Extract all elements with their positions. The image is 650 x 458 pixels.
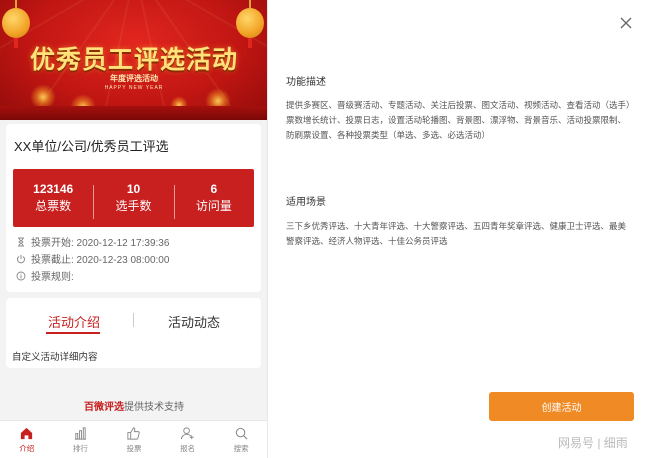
activity-info-card: XX单位/公司/优秀员工评选 123146 总票数 10 选手数 6 访问量 投… bbox=[6, 124, 261, 292]
power-icon bbox=[17, 254, 25, 263]
support-suffix: 提供技术支持 bbox=[124, 402, 184, 413]
stats-panel: 123146 总票数 10 选手数 6 访问量 bbox=[13, 169, 254, 227]
vote-end-text: 投票截止: 2020-12-23 08:00:00 bbox=[31, 255, 170, 266]
mobile-preview: 优秀员工评选活动 年度评选活动 HAPPY NEW YEAR XX单位/公司/优… bbox=[0, 0, 268, 458]
features-title: 功能描述 bbox=[286, 77, 326, 88]
active-tab-indicator bbox=[46, 332, 100, 334]
support-brand[interactable]: 百微评选 bbox=[84, 402, 124, 413]
vote-start-row: 投票开始: 2020-12-12 17:39:36 bbox=[16, 233, 169, 250]
tabbar-label: 投票 bbox=[126, 443, 142, 453]
tabbar-label: 报名 bbox=[180, 443, 196, 453]
vote-end-row: 投票截止: 2020-12-23 08:00:00 bbox=[16, 250, 169, 267]
tab-divider bbox=[133, 313, 134, 327]
tabbar-label: 搜索 bbox=[233, 443, 249, 453]
activity-title: XX单位/公司/优秀员工评选 bbox=[14, 139, 169, 154]
tabbar-item-signup[interactable]: 报名 bbox=[161, 421, 215, 458]
tabbar-item-vote[interactable]: 投票 bbox=[107, 421, 161, 458]
stat-total-votes: 123146 总票数 bbox=[13, 181, 93, 215]
bottom-tabbar: 介绍 排行 投票 报名 搜索 bbox=[0, 420, 267, 458]
vote-start-text: 投票开始: 2020-12-12 17:39:36 bbox=[31, 238, 170, 249]
tabbar-label: 介绍 bbox=[19, 443, 35, 453]
features-text: 提供多赛区、晋级赛活动、专题活动、关注后投票、图文活动、视频活动、查看活动（选手… bbox=[286, 100, 631, 140]
vote-info-list: 投票开始: 2020-12-12 17:39:36 投票截止: 2020-12-… bbox=[16, 233, 169, 284]
tabbar-item-search[interactable]: 搜索 bbox=[214, 421, 267, 458]
intro-content: 自定义活动详细内容 bbox=[12, 352, 98, 363]
banner-title: 优秀员工评选活动 bbox=[29, 45, 238, 74]
tabbar-item-ranking[interactable]: 排行 bbox=[54, 421, 108, 458]
scenes-title: 适用场景 bbox=[286, 197, 326, 208]
bar-chart-icon bbox=[74, 426, 87, 440]
stat-contestants: 10 选手数 bbox=[93, 181, 173, 219]
stat-visits: 6 访问量 bbox=[173, 181, 254, 219]
create-activity-button[interactable]: 创建活动 bbox=[489, 392, 634, 421]
thumbs-up-icon bbox=[127, 426, 141, 440]
stat-label: 访问量 bbox=[195, 199, 232, 213]
stat-value: 123146 bbox=[33, 182, 74, 196]
tabbar-label: 排行 bbox=[72, 443, 88, 453]
watermark: 网易号 | 细雨 bbox=[558, 436, 628, 450]
vote-rules-text: 投票规则: bbox=[31, 272, 74, 283]
scenes-text: 三下乡优秀评选、十大青年评选、十大警察评选、五四青年奖章评选、健康卫士评选、最美… bbox=[286, 221, 627, 246]
close-icon[interactable] bbox=[619, 16, 633, 30]
user-add-icon bbox=[181, 426, 194, 439]
home-icon bbox=[21, 427, 33, 439]
tab-intro[interactable]: 活动介绍 bbox=[48, 312, 100, 331]
info-icon bbox=[16, 271, 26, 280]
tab-news[interactable]: 活动动态 bbox=[168, 312, 220, 331]
stat-value: 6 bbox=[210, 182, 218, 196]
tabbar-item-intro[interactable]: 介绍 bbox=[0, 421, 54, 458]
activity-banner: 优秀员工评选活动 年度评选活动 HAPPY NEW YEAR bbox=[0, 0, 267, 120]
stat-label: 选手数 bbox=[115, 199, 152, 213]
hourglass-icon bbox=[18, 237, 24, 246]
vote-rules-row: 投票规则: bbox=[16, 267, 169, 284]
banner-subtitle: 年度评选活动 bbox=[110, 74, 158, 83]
tech-support-text: 百微评选提供技术支持 bbox=[0, 398, 267, 413]
stat-label: 总票数 bbox=[35, 199, 72, 213]
stat-value: 10 bbox=[126, 182, 141, 196]
search-icon bbox=[235, 427, 248, 440]
